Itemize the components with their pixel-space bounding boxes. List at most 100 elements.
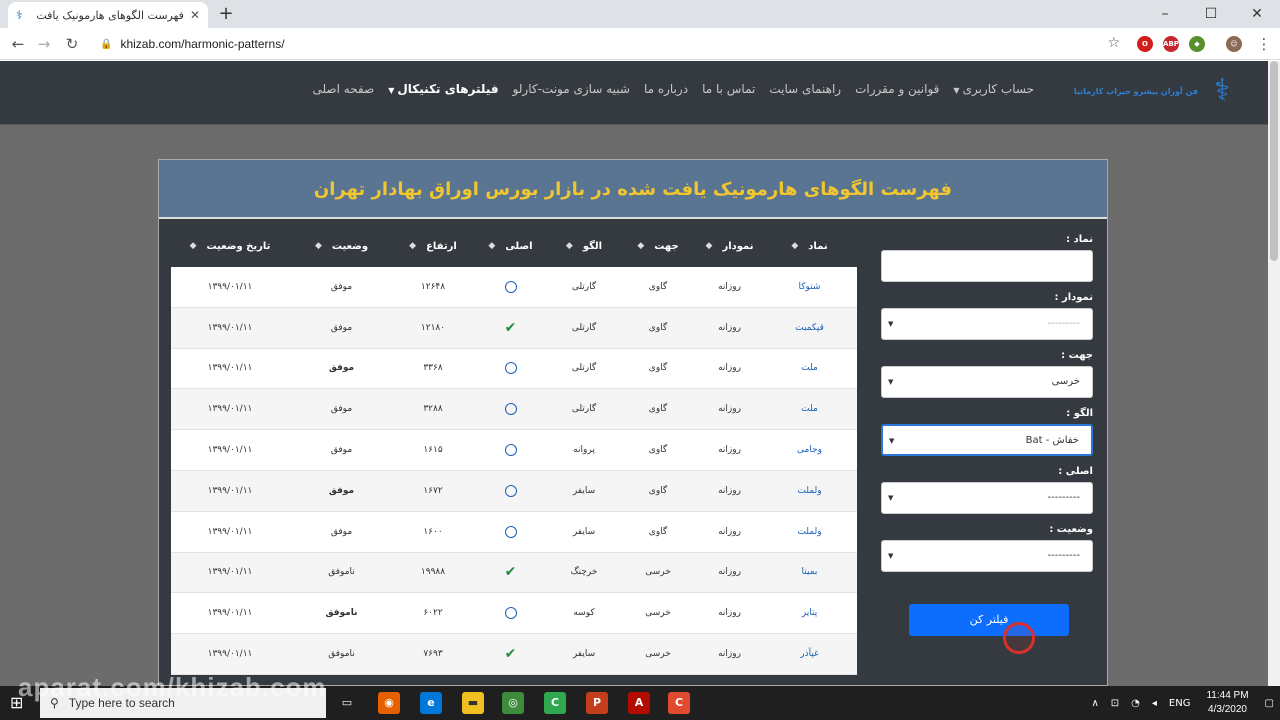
- cell-status: موفق: [330, 322, 353, 333]
- col-height[interactable]: ارتفاع ◆: [394, 230, 472, 262]
- adblock-extension-icon[interactable]: ABP: [1163, 36, 1179, 52]
- volume-icon[interactable]: ◂: [1152, 698, 1157, 709]
- maximize-icon[interactable]: ☐: [1188, 0, 1234, 28]
- cell-symbol[interactable]: بمیتا: [762, 553, 857, 593]
- reload-icon[interactable]: ↻: [60, 32, 84, 56]
- cell-symbol[interactable]: پتایر: [762, 593, 857, 633]
- cell-original: ✔: [472, 634, 549, 674]
- page-scrollbar[interactable]: [1268, 61, 1280, 686]
- cell-direction: گاوی: [648, 445, 668, 456]
- tray-chevron-icon[interactable]: ∧: [1091, 698, 1098, 709]
- acrobat-icon[interactable]: A: [628, 692, 650, 714]
- status-select[interactable]: --------- ▼: [881, 540, 1093, 572]
- menu-rules[interactable]: قوانین و مقررات: [855, 82, 939, 96]
- menu-technical-filters[interactable]: فیلترهای تکنیکال▼: [388, 82, 498, 96]
- cell-symbol[interactable]: وجامی: [762, 430, 857, 470]
- direction-value: خرسی: [1051, 376, 1080, 387]
- cell-original: [472, 389, 549, 429]
- filter-button[interactable]: فیلتر کن: [909, 604, 1069, 636]
- timeframe-select[interactable]: --------- ▼: [881, 308, 1093, 340]
- forward-icon[interactable]: →: [32, 32, 56, 56]
- edge-icon[interactable]: e: [420, 692, 442, 714]
- cell-height: ۱۶۷۲: [423, 485, 443, 496]
- col-timeframe[interactable]: نمودار ◆: [697, 230, 762, 262]
- timeframe-label: نمودار :: [1054, 292, 1093, 303]
- cell-original: [472, 430, 549, 470]
- menu-monte-carlo[interactable]: شبیه سازی مونت-کارلو: [513, 82, 630, 96]
- cell-original: [472, 349, 549, 389]
- file-explorer-icon[interactable]: ▬: [462, 692, 484, 714]
- cell-height: ۱۶۰۰: [423, 526, 443, 537]
- notifications-icon[interactable]: ▢: [1265, 698, 1274, 709]
- cell-symbol[interactable]: شتوکا: [762, 267, 857, 307]
- cell-date: ۱۳۹۹/۰۱/۱۱: [207, 567, 253, 578]
- firefox-icon[interactable]: ◉: [378, 692, 400, 714]
- menu-contact[interactable]: تماس با ما: [702, 82, 755, 96]
- close-window-icon[interactable]: ✕: [1234, 0, 1280, 28]
- col-direction[interactable]: جهت ◆: [619, 230, 697, 262]
- minimize-icon[interactable]: –: [1142, 0, 1188, 28]
- cell-direction: خرسی: [645, 608, 671, 619]
- sort-icon: ◆: [409, 241, 417, 251]
- back-icon[interactable]: ←: [6, 32, 30, 56]
- chrome-icon[interactable]: ◎: [502, 692, 524, 714]
- table-row: بمیتا روزانه خرسی خرچنگ ✔ ۱۹۹۸۸ ناموفق ۱۳۹۹/۰۱/…: [171, 552, 857, 594]
- col-symbol[interactable]: نماد ◆: [762, 230, 857, 262]
- scrollbar-thumb[interactable]: [1270, 61, 1278, 261]
- table-row: غپآذر روزانه خرسی سایفر ✔ ۷۶۹۳ ناموفق ۱۳۹۹/۰۱/۱…: [171, 634, 857, 675]
- cell-height: ۳۳۶۸: [423, 363, 443, 374]
- camtasia-icon[interactable]: C: [544, 692, 566, 714]
- symbol-input[interactable]: [881, 250, 1093, 282]
- taskbar-clock[interactable]: 11:44 PM 4/3/2020: [1206, 689, 1248, 717]
- browser-tab[interactable]: ⚕ فهرست الگوهای هارمونیک یافت ش ✕: [8, 2, 208, 28]
- wifi-icon[interactable]: ◔: [1131, 698, 1140, 709]
- cell-status: ناموفق: [325, 608, 358, 619]
- col-status[interactable]: وضعیت ◆: [289, 230, 394, 262]
- task-view-icon[interactable]: ▭: [336, 692, 358, 714]
- menu-about[interactable]: درباره ما: [644, 82, 688, 96]
- sort-icon: ◆: [705, 241, 713, 251]
- site-favicon-icon: ⚕: [16, 8, 23, 22]
- profile-avatar[interactable]: ☺: [1226, 36, 1242, 52]
- opera-extension-icon[interactable]: O: [1137, 36, 1153, 52]
- cell-symbol[interactable]: ملت: [762, 349, 857, 389]
- col-pattern[interactable]: الگو ◆: [549, 230, 619, 262]
- cell-symbol[interactable]: ولملت: [762, 512, 857, 552]
- address-bar[interactable]: 🔒 khizab.com/harmonic-patterns/ ☆: [92, 32, 1132, 56]
- powerpoint-icon[interactable]: P: [586, 692, 608, 714]
- table-row: قپکمبت روزانه گاوی گارتلی ✔ ۱۲۱۸۰ موفق ۱۳۹۹/۰۱/…: [171, 307, 857, 349]
- col-date[interactable]: تاریخ وضعیت ◆: [171, 230, 289, 262]
- close-tab-icon[interactable]: ✕: [190, 8, 200, 22]
- cell-symbol[interactable]: غپآذر: [762, 634, 857, 674]
- brand-name: فن آوران پیشرو خیزاب کارمانیا: [1073, 86, 1198, 96]
- direction-select[interactable]: خرسی ▼: [881, 366, 1093, 398]
- network-icon[interactable]: ⊡: [1111, 698, 1119, 709]
- pattern-select[interactable]: خفاش - Bat ▼: [881, 424, 1093, 456]
- col-original[interactable]: اصلی ◆: [472, 230, 549, 262]
- browser-menu-icon[interactable]: ⋮: [1252, 32, 1276, 56]
- cell-symbol[interactable]: قپکمبت: [762, 308, 857, 348]
- status-value: ---------: [1047, 550, 1080, 561]
- menu-account[interactable]: حساب کاربری▼: [953, 82, 1034, 96]
- original-select[interactable]: --------- ▼: [881, 482, 1093, 514]
- cell-height: ۱۲۶۴۸: [420, 281, 446, 292]
- language-indicator[interactable]: ENG: [1169, 698, 1191, 709]
- extension-icon[interactable]: ◆: [1189, 36, 1205, 52]
- cell-symbol[interactable]: ملت: [762, 389, 857, 429]
- cell-timeframe: روزانه: [718, 608, 741, 619]
- cell-original: [472, 471, 549, 511]
- menu-home[interactable]: صفحه اصلی: [312, 82, 374, 96]
- status-label: وضعیت :: [1049, 524, 1093, 535]
- cell-height: ۶۰۲۲: [423, 608, 443, 619]
- bookmark-star-icon[interactable]: ☆: [1107, 35, 1120, 51]
- new-tab-button[interactable]: +: [216, 4, 236, 24]
- patterns-card: فهرست الگوهای هارمونیک یافت شده در بازار…: [158, 159, 1108, 686]
- recorder-icon[interactable]: C: [668, 692, 690, 714]
- menu-guide[interactable]: راهنمای سایت: [769, 82, 841, 96]
- cell-pattern: سایفر: [572, 485, 596, 496]
- cell-status: ناموفق: [328, 567, 355, 578]
- site-logo[interactable]: فن آوران پیشرو خیزاب کارمانیا ⚕: [1074, 69, 1240, 113]
- cell-symbol[interactable]: ولملت: [762, 471, 857, 511]
- col-timeframe-label: نمودار: [722, 240, 754, 252]
- direction-label: جهت :: [1061, 350, 1093, 361]
